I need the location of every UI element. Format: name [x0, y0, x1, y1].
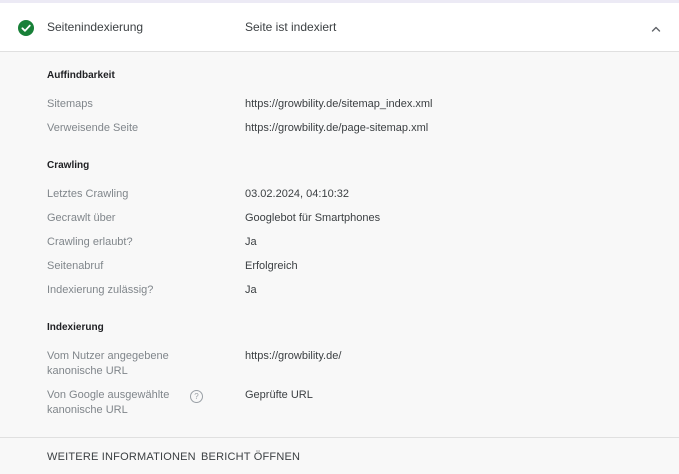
- chevron-up-icon[interactable]: [648, 21, 664, 37]
- google-canonical-label-line2: kanonische URL: [47, 404, 128, 416]
- google-canonical-value: Geprüfte URL: [245, 389, 313, 401]
- user-canonical-value: https://growbility.de/: [245, 350, 342, 362]
- sitemaps-value: https://growbility.de/sitemap_index.xml: [245, 98, 433, 110]
- help-icon[interactable]: ?: [190, 390, 203, 403]
- crawled-as-value: Googlebot für Smartphones: [245, 212, 381, 224]
- user-canonical-label-line2: kanonische URL: [47, 365, 128, 377]
- check-circle-icon: [18, 20, 34, 36]
- crawl-allowed-label: Crawling erlaubt?: [47, 236, 133, 248]
- last-crawl-label: Letztes Crawling: [47, 188, 129, 200]
- google-canonical-label: Von Google ausgewählte kanonische URL: [47, 388, 169, 418]
- footer-divider: [0, 437, 679, 438]
- section-title-crawling: Crawling: [47, 160, 90, 171]
- indexing-allowed-label: Indexierung zulässig?: [47, 284, 154, 296]
- crawl-allowed-value: Ja: [245, 236, 257, 248]
- user-canonical-label-line1: Vom Nutzer angegebene: [47, 350, 169, 362]
- indexing-status: Seite ist indexiert: [245, 20, 337, 34]
- referring-page-label: Verweisende Seite: [47, 122, 139, 134]
- page-fetch-label: Seitenabruf: [47, 260, 104, 272]
- indexing-allowed-value: Ja: [245, 284, 257, 296]
- last-crawl-value: 03.02.2024, 04:10:32: [245, 188, 349, 200]
- crawled-as-label: Gecrawlt über: [47, 212, 116, 224]
- open-report-button[interactable]: BERICHT ÖFFNEN: [201, 451, 300, 463]
- section-title-discoverability: Auffindbarkeit: [47, 70, 115, 81]
- section-title-indexing: Indexierung: [47, 322, 104, 333]
- page-fetch-value: Erfolgreich: [245, 260, 298, 272]
- sitemaps-label: Sitemaps: [47, 98, 93, 110]
- user-canonical-label: Vom Nutzer angegebene kanonische URL: [47, 349, 169, 379]
- page-indexing-title: Seitenindexierung: [47, 20, 144, 34]
- google-canonical-label-line1: Von Google ausgewählte: [47, 389, 170, 401]
- page-indexing-header[interactable]: Seitenindexierung Seite ist indexiert: [0, 3, 679, 52]
- more-info-button[interactable]: WEITERE INFORMATIONEN: [47, 451, 196, 463]
- referring-page-value: https://growbility.de/page-sitemap.xml: [245, 122, 429, 134]
